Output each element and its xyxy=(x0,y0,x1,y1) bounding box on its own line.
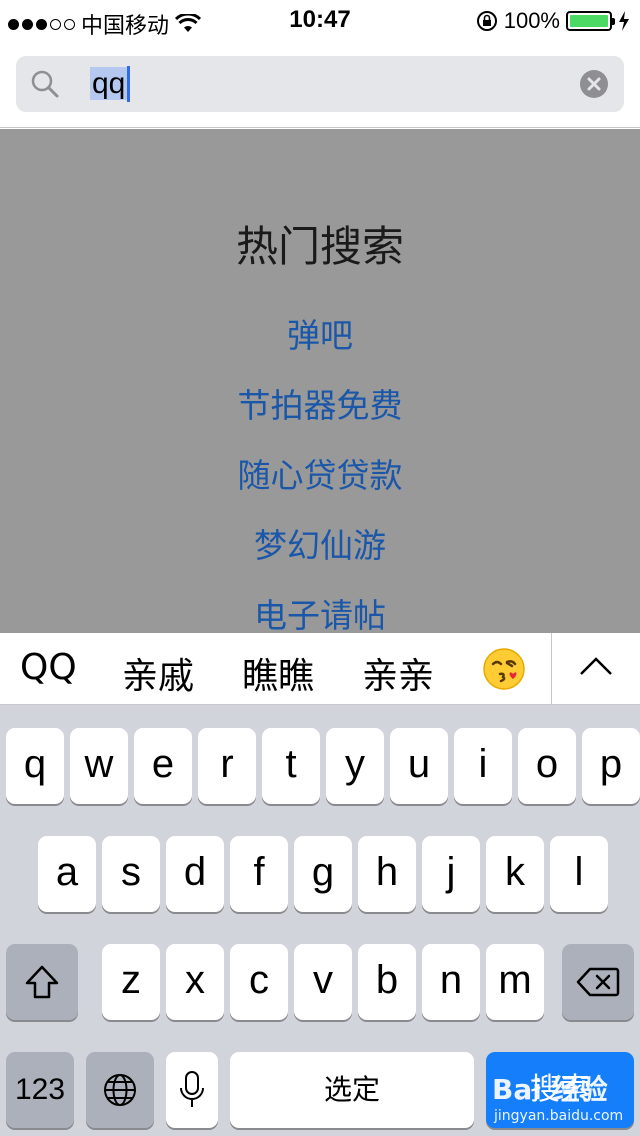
key-b[interactable]: b xyxy=(358,944,416,1020)
clear-icon[interactable] xyxy=(580,70,608,98)
hot-search-overlay[interactable]: 热门搜索 弹吧 节拍器免费 随心贷贷款 梦幻仙游 电子请帖 xyxy=(0,129,640,633)
candidate-word[interactable]: 亲亲 xyxy=(362,647,434,699)
key-f[interactable]: f xyxy=(230,836,288,912)
keyboard: q w e r t y u i o p a s d f g h j k l z … xyxy=(0,705,640,1136)
search-query-text: qq xyxy=(90,67,128,100)
key-l[interactable]: l xyxy=(550,836,608,912)
hot-search-title: 热门搜索 xyxy=(235,222,404,271)
search-icon xyxy=(31,70,59,98)
hot-search-item[interactable]: 弹吧 xyxy=(0,309,640,357)
key-d[interactable]: d xyxy=(166,836,224,912)
backspace-icon xyxy=(576,967,620,997)
globe-icon xyxy=(104,1074,136,1106)
candidate-word[interactable]: 亲戚 xyxy=(122,647,194,699)
key-g[interactable]: g xyxy=(294,836,352,912)
dictation-key[interactable] xyxy=(166,1052,218,1128)
key-v[interactable]: v xyxy=(294,944,352,1020)
search-key[interactable]: 搜索 xyxy=(486,1052,634,1128)
battery-percent: 100% xyxy=(503,8,560,33)
key-o[interactable]: o xyxy=(518,728,576,804)
delete-key[interactable] xyxy=(562,944,634,1020)
charging-bolt-icon xyxy=(619,11,629,31)
key-x[interactable]: x xyxy=(166,944,224,1020)
search-header: qq xyxy=(0,40,640,128)
hot-search-item[interactable]: 梦幻仙游 xyxy=(0,519,640,567)
key-m[interactable]: m xyxy=(486,944,544,1020)
status-bar: 中国移动 10:47 100% xyxy=(0,0,640,40)
key-p[interactable]: p xyxy=(582,728,640,804)
key-k[interactable]: k xyxy=(486,836,544,912)
text-caret xyxy=(127,66,131,102)
key-y[interactable]: y xyxy=(326,728,384,804)
rotation-lock-icon xyxy=(476,11,497,31)
hot-search-item[interactable]: 随心贷贷款 xyxy=(0,449,640,497)
key-s[interactable]: s xyxy=(102,836,160,912)
battery-icon xyxy=(566,11,615,31)
candidate-word[interactable]: QQ xyxy=(20,647,77,688)
key-j[interactable]: j xyxy=(422,836,480,912)
key-z[interactable]: z xyxy=(102,944,160,1020)
microphone-icon xyxy=(180,1071,204,1107)
key-e[interactable]: e xyxy=(134,728,192,804)
candidate-bar: QQ 亲戚 瞧瞧 亲亲 xyxy=(0,633,640,705)
hot-search-item[interactable]: 电子请帖 xyxy=(0,589,640,633)
key-q[interactable]: q xyxy=(6,728,64,804)
hot-search-item[interactable]: 节拍器免费 xyxy=(0,379,640,427)
key-c[interactable]: c xyxy=(230,944,288,1020)
chevron-up-icon xyxy=(580,657,612,675)
key-t[interactable]: t xyxy=(262,728,320,804)
candidate-word[interactable]: 瞧瞧 xyxy=(242,647,314,699)
shift-key[interactable] xyxy=(6,944,78,1020)
kissing-face-emoji-icon[interactable] xyxy=(482,647,526,691)
key-i[interactable]: i xyxy=(454,728,512,804)
shift-icon xyxy=(25,965,59,999)
space-key[interactable]: 选定 xyxy=(230,1052,474,1128)
globe-key[interactable] xyxy=(86,1052,154,1128)
collapse-candidates-button[interactable] xyxy=(551,633,640,705)
status-right: 100% xyxy=(476,8,630,34)
key-r[interactable]: r xyxy=(198,728,256,804)
numbers-key[interactable]: 123 xyxy=(6,1052,74,1128)
key-u[interactable]: u xyxy=(390,728,448,804)
key-h[interactable]: h xyxy=(358,836,416,912)
search-query: qq xyxy=(90,66,131,102)
key-w[interactable]: w xyxy=(70,728,128,804)
key-a[interactable]: a xyxy=(38,836,96,912)
search-input[interactable]: qq xyxy=(16,56,624,112)
key-n[interactable]: n xyxy=(422,944,480,1020)
